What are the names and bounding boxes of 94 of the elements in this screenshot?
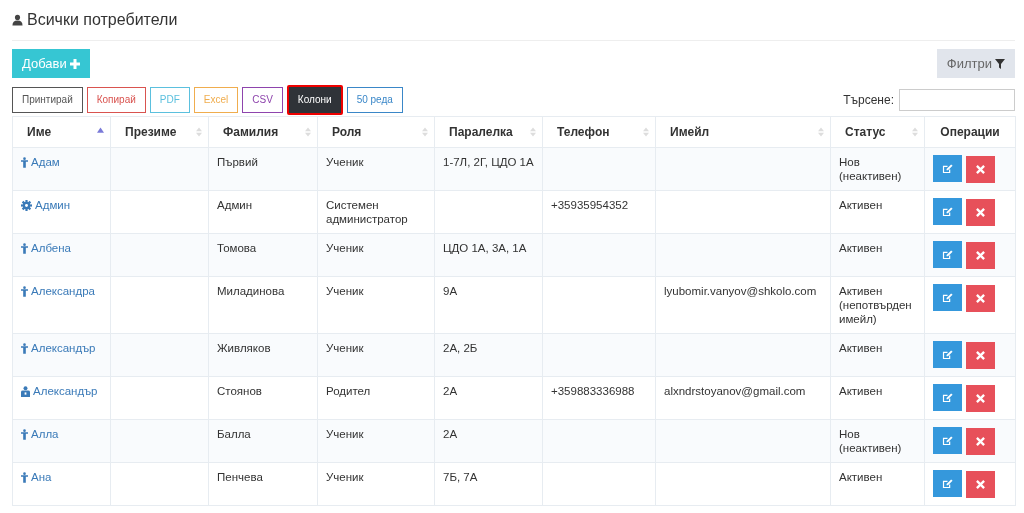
delete-button[interactable] <box>966 428 996 455</box>
phone-cell: +35935954352 <box>551 199 629 211</box>
edit-icon <box>942 206 953 217</box>
class-cell: 2А <box>443 428 458 440</box>
class-cell: 9А <box>443 285 458 297</box>
close-icon <box>976 351 986 360</box>
filter-button[interactable]: Филтри <box>936 49 1015 78</box>
close-icon <box>976 394 986 403</box>
search-field[interactable] <box>899 88 1015 111</box>
delete-button[interactable] <box>966 471 996 498</box>
delete-button[interactable] <box>966 385 996 412</box>
user-icon <box>12 14 23 26</box>
edit-button[interactable] <box>933 241 962 268</box>
email-cell: lyubomir.vanyov@shkolo.com <box>664 285 817 297</box>
close-icon <box>976 294 986 303</box>
role-cell: Ученик <box>326 285 364 297</box>
status-cell: Активен <box>839 471 883 483</box>
toolbar-button[interactable]: Колони <box>286 84 343 115</box>
class-cell: 2А, 2Б <box>443 342 478 354</box>
edit-icon <box>942 249 953 260</box>
close-icon <box>976 251 986 260</box>
toolbar-button[interactable]: CSV <box>242 86 283 113</box>
edit-button[interactable] <box>933 284 962 311</box>
name-link[interactable]: Александра <box>31 284 95 298</box>
toolbar-button[interactable]: Принтирай <box>12 86 83 113</box>
class-cell: 1-7Л, 2Г, ЦДО 1А <box>443 156 534 168</box>
status-cell: Активен <box>839 199 883 211</box>
last-name-cell: Стоянов <box>217 385 262 397</box>
last-name-cell: Живляков <box>217 342 271 354</box>
delete-button[interactable] <box>966 342 996 369</box>
class-cell: 2А <box>443 385 458 397</box>
delete-button[interactable] <box>966 242 996 269</box>
column-header[interactable]: Фамилия <box>208 116 318 148</box>
last-name-cell: Балла <box>217 428 251 440</box>
close-icon <box>976 480 986 489</box>
column-header[interactable]: Презиме <box>110 116 209 148</box>
last-name-cell: Пенчева <box>217 471 263 483</box>
edit-button[interactable] <box>933 198 962 225</box>
edit-icon <box>942 435 953 446</box>
delete-button[interactable] <box>966 199 996 226</box>
last-name-cell: Админ <box>217 199 253 211</box>
name-link[interactable]: Админ <box>35 198 71 212</box>
edit-button[interactable] <box>933 427 962 454</box>
name-link[interactable]: Адам <box>31 155 60 169</box>
role-cell: Ученик <box>326 428 364 440</box>
role-cell: Ученик <box>326 242 364 254</box>
edit-button[interactable] <box>933 155 962 182</box>
status-cell: Активен <box>839 242 883 254</box>
column-header[interactable]: Паралелка <box>434 116 543 148</box>
page-title: Всички потребители <box>27 11 178 29</box>
plus-icon <box>69 58 80 69</box>
role-cell: Родител <box>326 385 371 397</box>
edit-icon <box>942 292 953 303</box>
column-header[interactable]: Имейл <box>655 116 831 148</box>
close-icon <box>976 165 986 174</box>
delete-button[interactable] <box>966 156 996 183</box>
edit-icon <box>942 163 953 174</box>
delete-button[interactable] <box>966 285 996 312</box>
phone-cell: +359883336988 <box>551 385 635 397</box>
filter-icon <box>995 58 1005 69</box>
edit-button[interactable] <box>933 384 962 411</box>
status-cell: Нов (неактивен) <box>839 428 902 454</box>
last-name-cell: Първий <box>217 156 258 168</box>
edit-icon <box>942 392 953 403</box>
name-link[interactable]: Албена <box>31 241 71 255</box>
class-cell: ЦДО 1А, 3А, 1А <box>443 242 527 254</box>
name-link[interactable]: Ана <box>31 470 52 484</box>
edit-button[interactable] <box>933 470 962 497</box>
toolbar-button[interactable]: 50 реда <box>346 86 403 113</box>
email-cell: alxndrstoyanov@gmail.com <box>664 385 806 397</box>
edit-icon <box>942 478 953 489</box>
role-cell: Ученик <box>326 342 364 354</box>
close-icon <box>976 208 986 217</box>
class-cell: 7Б, 7А <box>443 471 478 483</box>
column-header[interactable]: Име <box>12 116 111 148</box>
edit-button[interactable] <box>933 341 962 368</box>
last-name-cell: Миладинова <box>217 285 285 297</box>
toolbar-button[interactable]: Копирай <box>86 86 146 113</box>
column-header[interactable]: Телефон <box>542 116 656 148</box>
name-link[interactable]: Алла <box>31 427 59 441</box>
status-cell: Нов (неактивен) <box>839 156 902 182</box>
role-cell: Ученик <box>326 471 364 483</box>
status-cell: Активен (непотвърден имейл) <box>839 285 912 325</box>
role-cell: Системен администратор <box>326 199 408 225</box>
column-header: Операции <box>924 116 1016 148</box>
last-name-cell: Томова <box>217 242 257 254</box>
status-cell: Активен <box>839 385 883 397</box>
column-header[interactable]: Роля <box>317 116 435 148</box>
search-label: Търсене: <box>843 92 894 107</box>
status-cell: Активен <box>839 342 883 354</box>
close-icon <box>976 437 986 446</box>
edit-icon <box>942 349 953 360</box>
column-header[interactable]: Статус <box>830 116 925 148</box>
role-cell: Ученик <box>326 156 364 168</box>
